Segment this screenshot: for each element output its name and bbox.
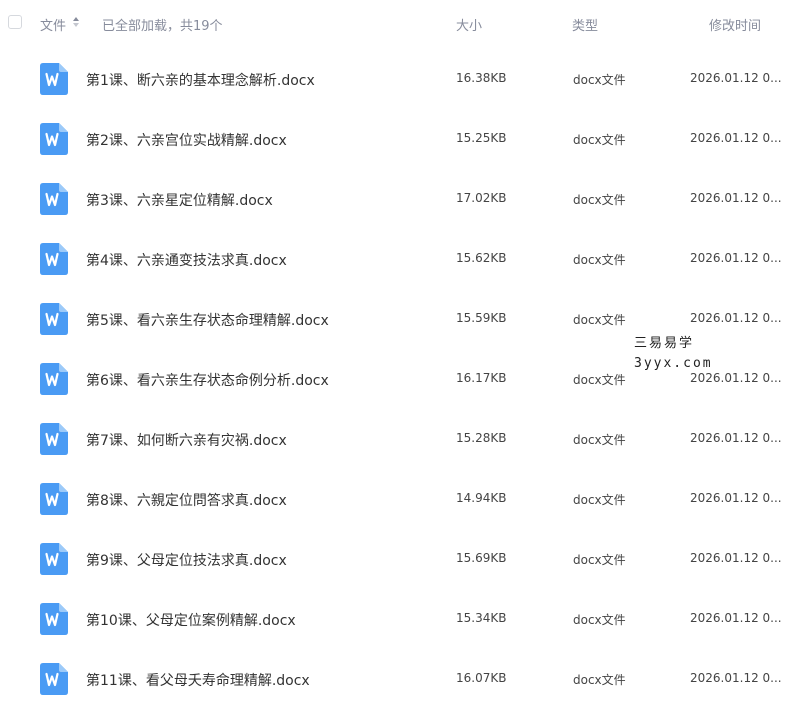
file-name[interactable]: 第7课、如何断六亲有灾祸.docx <box>86 430 287 450</box>
file-size: 15.59KB <box>456 311 507 325</box>
file-date: 2026.01.12 0... <box>690 671 782 685</box>
file-date: 2026.01.12 0... <box>690 611 782 625</box>
file-row[interactable]: 第3课、六亲星定位精解.docx 17.02KB docx文件 2026.01.12 … <box>0 170 794 230</box>
file-name[interactable]: 第10课、父母定位案例精解.docx <box>86 610 296 630</box>
file-row[interactable]: 第10课、父母定位案例精解.docx 15.34KB docx文件 2026.01.1… <box>0 590 794 650</box>
file-type: docx文件 <box>573 373 626 387</box>
file-date: 2026.01.12 0... <box>690 71 782 85</box>
file-row[interactable]: 第11课、看父母夭寿命理精解.docx 16.07KB docx文件 2026.01.… <box>0 650 794 710</box>
watermark-line1: 三易易学 <box>634 336 695 351</box>
file-type: docx文件 <box>573 253 626 267</box>
column-name-header[interactable]: 文件 <box>40 15 66 34</box>
file-row[interactable]: 第9课、父母定位技法求真.docx 15.69KB docx文件 2026.01.12… <box>0 530 794 590</box>
file-size: 15.69KB <box>456 551 507 565</box>
word-doc-icon <box>40 483 68 515</box>
word-doc-icon <box>40 63 68 95</box>
file-row[interactable]: 第4课、六亲通变技法求真.docx 15.62KB docx文件 2026.01.12… <box>0 230 794 290</box>
file-type: docx文件 <box>573 433 626 447</box>
file-type: docx文件 <box>573 493 626 507</box>
file-size: 15.34KB <box>456 611 507 625</box>
word-doc-icon <box>40 183 68 215</box>
file-type: docx文件 <box>573 73 626 87</box>
word-doc-icon <box>40 423 68 455</box>
file-size: 17.02KB <box>456 191 507 205</box>
file-name[interactable]: 第2课、六亲宫位实战精解.docx <box>86 130 287 150</box>
watermark-line2: 3yyx.com <box>634 356 713 371</box>
file-date: 2026.01.12 0... <box>690 131 782 145</box>
column-size-header[interactable]: 大小 <box>456 15 482 34</box>
file-date: 2026.01.12 0... <box>690 311 782 325</box>
column-date-header[interactable]: 修改时间 <box>709 15 761 34</box>
file-name[interactable]: 第1课、断六亲的基本理念解析.docx <box>86 70 315 90</box>
list-header: 文件 已全部加载，共19个 大小 类型 修改时间 <box>0 0 794 46</box>
file-row[interactable]: 第2课、六亲宫位实战精解.docx 15.25KB docx文件 2026.01.12… <box>0 110 794 170</box>
file-row[interactable]: 第7课、如何断六亲有灾祸.docx 15.28KB docx文件 2026.01.12… <box>0 410 794 470</box>
file-size: 15.28KB <box>456 431 507 445</box>
file-date: 2026.01.12 0... <box>690 551 782 565</box>
file-name[interactable]: 第4课、六亲通变技法求真.docx <box>86 250 287 270</box>
file-list: 第1课、断六亲的基本理念解析.docx 16.38KB docx文件 2026.01.… <box>0 50 794 710</box>
file-type: docx文件 <box>573 133 626 147</box>
loaded-count-text: 已全部加载，共19个 <box>102 19 223 34</box>
file-date: 2026.01.12 0... <box>690 431 782 445</box>
file-name[interactable]: 第5课、看六亲生存状态命理精解.docx <box>86 310 329 330</box>
file-name[interactable]: 第6课、看六亲生存状态命例分析.docx <box>86 370 329 390</box>
word-doc-icon <box>40 543 68 575</box>
file-size: 16.38KB <box>456 71 507 85</box>
file-date: 2026.01.12 0... <box>690 491 782 505</box>
watermark: 三易易学 3yyx.com <box>634 334 713 374</box>
file-size: 15.62KB <box>456 251 507 265</box>
file-row[interactable]: 第1课、断六亲的基本理念解析.docx 16.38KB docx文件 2026.01.… <box>0 50 794 110</box>
file-name[interactable]: 第9课、父母定位技法求真.docx <box>86 550 287 570</box>
file-size: 15.25KB <box>456 131 507 145</box>
file-type: docx文件 <box>573 553 626 567</box>
word-doc-icon <box>40 663 68 695</box>
file-name[interactable]: 第3课、六亲星定位精解.docx <box>86 190 273 210</box>
column-type-header[interactable]: 类型 <box>572 15 598 34</box>
file-type: docx文件 <box>573 313 626 327</box>
file-type: docx文件 <box>573 193 626 207</box>
file-date: 2026.01.12 0... <box>690 251 782 265</box>
word-doc-icon <box>40 243 68 275</box>
file-name[interactable]: 第11课、看父母夭寿命理精解.docx <box>86 670 310 690</box>
file-size: 14.94KB <box>456 491 507 505</box>
file-size: 16.17KB <box>456 371 507 385</box>
sort-icon[interactable] <box>72 16 80 28</box>
file-row[interactable]: 第8课、六親定位問答求真.docx 14.94KB docx文件 2026.01.12… <box>0 470 794 530</box>
file-size: 16.07KB <box>456 671 507 685</box>
word-doc-icon <box>40 123 68 155</box>
word-doc-icon <box>40 303 68 335</box>
file-type: docx文件 <box>573 673 626 687</box>
word-doc-icon <box>40 363 68 395</box>
file-name[interactable]: 第8课、六親定位問答求真.docx <box>86 490 287 510</box>
select-all-checkbox[interactable] <box>8 15 22 29</box>
word-doc-icon <box>40 603 68 635</box>
file-type: docx文件 <box>573 613 626 627</box>
file-date: 2026.01.12 0... <box>690 191 782 205</box>
